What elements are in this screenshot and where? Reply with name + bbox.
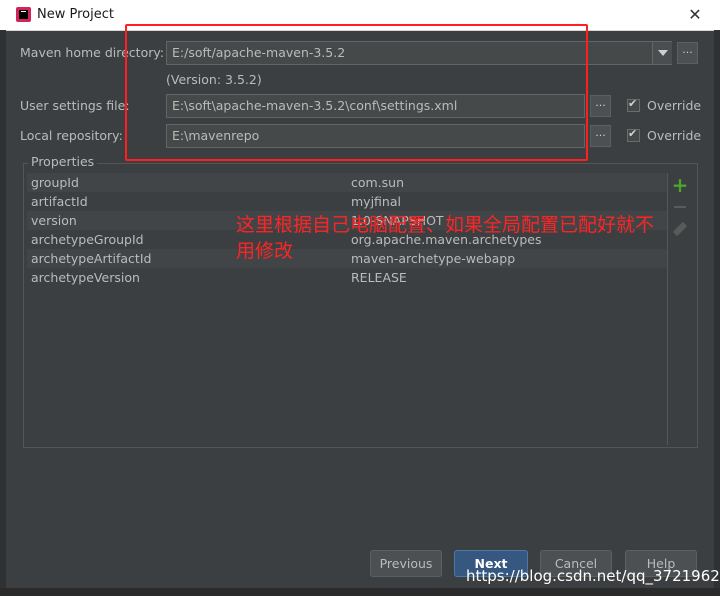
user-settings-override-checkbox[interactable] — [627, 97, 640, 112]
annotation-line-1: 这里根据自己电脑配置、如果全局配置已配好就不 — [236, 214, 655, 236]
property-key: archetypeArtifactId — [31, 251, 152, 266]
property-value: com.sun — [351, 175, 405, 190]
local-repository-override-checkbox[interactable] — [627, 127, 640, 142]
annotation-highlight-box — [125, 24, 588, 161]
local-repository-label: Local repository: — [20, 128, 123, 143]
chevron-down-icon[interactable] — [652, 42, 672, 64]
table-row[interactable]: groupId com.sun — [27, 173, 667, 192]
bottom-edge — [0, 588, 720, 596]
property-key: artifactId — [31, 194, 88, 209]
property-value: RELEASE — [351, 270, 407, 285]
annotation-text: 这里根据自己电脑配置、如果全局配置已配好就不 用修改 — [236, 212, 716, 264]
maven-home-browse-button[interactable]: ... — [677, 42, 698, 64]
property-key: version — [31, 213, 77, 228]
properties-title: Properties — [28, 154, 98, 169]
background-window-edge-left — [0, 30, 6, 590]
remove-property-icon[interactable] — [674, 206, 686, 208]
property-key: archetypeVersion — [31, 270, 140, 285]
local-repository-browse-button[interactable]: ... — [590, 125, 611, 147]
background-window-edge-right — [714, 30, 720, 590]
window-title: New Project — [37, 7, 114, 22]
table-row[interactable]: archetypeVersion RELEASE — [27, 268, 667, 287]
previous-button[interactable]: Previous — [370, 550, 442, 577]
user-settings-browse-button[interactable]: ... — [590, 95, 611, 117]
intellij-app-icon — [16, 7, 31, 22]
annotation-line-2: 用修改 — [236, 240, 294, 262]
local-repository-override-label: Override — [647, 128, 702, 143]
close-icon[interactable]: ✕ — [683, 4, 707, 26]
user-settings-override-label: Override — [647, 98, 702, 113]
property-key: archetypeGroupId — [31, 232, 144, 247]
watermark-text: https://blog.csdn.net/qq_37219629 — [466, 567, 720, 585]
add-property-icon[interactable]: + — [671, 175, 689, 195]
property-value: myjfinal — [351, 194, 401, 209]
user-settings-label: User settings file: — [20, 98, 130, 113]
property-key: groupId — [31, 175, 79, 190]
table-row[interactable]: artifactId myjfinal — [27, 192, 667, 211]
